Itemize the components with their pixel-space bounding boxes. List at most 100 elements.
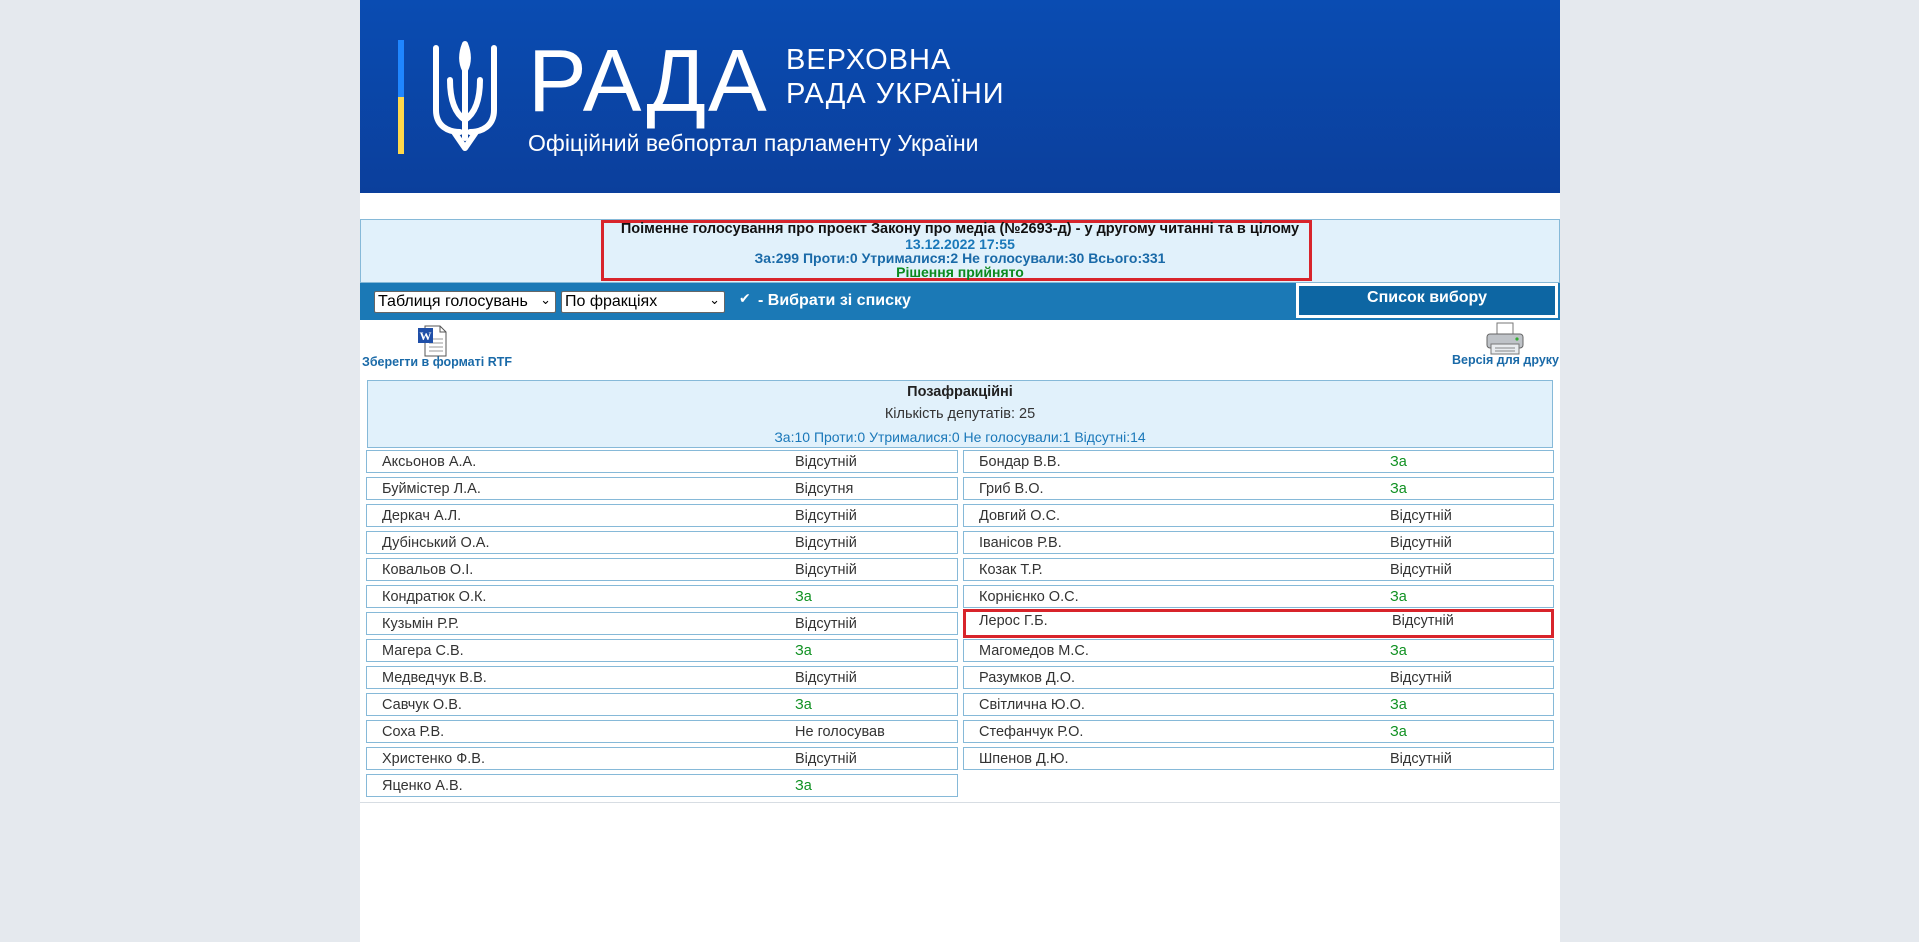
deputy-name: Козак Т.Р. [979,562,1043,578]
deputy-vote: Не голосував [795,724,885,740]
deputy-row: Козак Т.Р. Відсутній [963,558,1554,581]
deputy-name: Деркач А.Л. [382,508,462,524]
deputy-vote: Відсутній [795,616,857,632]
deputy-name: Магера С.В. [382,643,464,659]
deputy-vote: За [1390,643,1407,659]
deputy-name: Світлична Ю.О. [979,697,1085,713]
deputy-row: Ковальов О.І. Відсутній [366,558,958,581]
deputy-row: Медведчук В.В. Відсутній [366,666,958,689]
deputy-name: Разумков Д.О. [979,670,1076,686]
deputy-vote: Відсутній [1392,613,1454,629]
deputy-vote: Відсутній [1390,535,1452,551]
faction-deputy-count: Кількість депутатів: 25 [884,406,1036,422]
deputy-row: Стефанчук Р.О. За [963,720,1554,743]
deputy-row: Корнієнко О.С. За [963,585,1554,608]
chevron-down-icon: ⌄ [709,292,720,307]
save-rtf-link[interactable]: W Зберегти в форматі RTF [361,325,513,370]
toolbar: Таблиця голосувань ⌄ По фракціях ⌄ ✔ - В… [360,283,1560,320]
deputy-row: Кузьмін Р.Р. Відсутній [366,612,958,635]
deputy-name: Дубінський О.А. [382,535,490,551]
deputy-row: Разумков Д.О. Відсутній [963,666,1554,689]
choose-from-list-checkbox[interactable]: ✔ [739,291,753,305]
trident-logo-icon[interactable] [430,40,500,154]
deputy-vote: За [1390,481,1407,497]
deputy-vote: За [795,697,812,713]
deputy-name: Стефанчук Р.О. [979,724,1084,740]
deputy-vote: Відсутній [1390,751,1452,767]
group-select[interactable]: По фракціях ⌄ [561,291,725,313]
deputy-row: Деркач А.Л. Відсутній [366,504,958,527]
deputy-vote: Відсутній [1390,508,1452,524]
faction-header: Позафракційні Кількість депутатів: 25 За… [367,380,1553,448]
deputy-name: Корнієнко О.С. [979,589,1079,605]
deputy-row: Світлична Ю.О. За [963,693,1554,716]
vote-title: Поіменне голосування про проект Закону п… [620,221,1300,237]
deputy-vote: За [795,643,812,659]
deputy-vote: За [1390,697,1407,713]
deputy-row: Соха Р.В. Не голосував [366,720,958,743]
choose-from-list-label[interactable]: - Вибрати зі списку [758,292,911,310]
deputy-name: Аксьонов А.А. [382,454,477,470]
deputy-row: Гриб В.О. За [963,477,1554,500]
deputy-name: Медведчук В.В. [382,670,487,686]
logo-subtitle-line2: РАДА УКРАЇНИ [786,78,1005,110]
deputy-name: Гриб В.О. [979,481,1044,497]
deputy-name: Бондар В.В. [979,454,1061,470]
logo-subtitle-line1: ВЕРХОВНА [786,44,952,76]
deputy-vote: Відсутній [1390,562,1452,578]
deputy-name: Кузьмін Р.Р. [382,616,460,632]
deputy-name: Кондратюк О.К. [382,589,487,605]
vote-summary: Поіменне голосування про проект Закону п… [360,219,1560,283]
deputy-row: Аксьонов А.А. Відсутній [366,450,958,473]
deputy-row: Буймістер Л.А. Відсутня [366,477,958,500]
faction-name: Позафракційні [907,384,1013,400]
deputy-vote: Відсутній [795,751,857,767]
deputy-vote: Відсутній [795,670,857,686]
deputy-row: Дубінський О.А. Відсутній [366,531,958,554]
save-rtf-label[interactable]: Зберегти в форматі RTF [361,355,513,369]
view-select[interactable]: Таблиця голосувань ⌄ [374,291,556,313]
chevron-down-icon: ⌄ [540,292,551,307]
deputy-name: Христенко Ф.В. [382,751,485,767]
page: РАДА ВЕРХОВНА РАДА УКРАЇНИ Офіційний веб… [360,0,1560,942]
deputy-name: Буймістер Л.А. [382,481,481,497]
deputy-vote: Відсутній [795,454,857,470]
deputy-name: Савчук О.В. [382,697,462,713]
deputy-vote: За [1390,589,1407,605]
deputy-name: Магомедов М.С. [979,643,1089,659]
flag-stripe [398,40,404,154]
print-version-label[interactable]: Версія для друку [1452,353,1559,367]
deputy-name: Яценко А.В. [382,778,463,794]
deputy-row: Бондар В.В. За [963,450,1554,473]
svg-text:W: W [420,329,432,343]
deputy-name: Соха Р.В. [382,724,445,740]
deputy-vote: За [795,778,812,794]
logo-title[interactable]: РАДА [528,30,769,132]
deputy-row: Довгий О.С. Відсутній [963,504,1554,527]
deputy-vote: Відсутній [795,508,857,524]
deputy-vote: За [795,589,812,605]
deputy-name: Іванісов Р.В. [979,535,1062,551]
selection-list-button[interactable]: Список вибору [1296,283,1558,318]
deputy-row: Магомедов М.С. За [963,639,1554,662]
deputy-row: Магера С.В. За [366,639,958,662]
deputy-vote: Відсутній [795,535,857,551]
print-version-link[interactable]: Версія для друку [1447,322,1559,370]
printer-icon [1486,322,1524,355]
vote-decision: Рішення прийнято [896,264,1024,280]
deputy-row: Іванісов Р.В. Відсутній [963,531,1554,554]
faction-vote-stats: За:10 Проти:0 Утрималися:0 Не голосували… [774,429,1146,445]
deputy-row: Христенко Ф.В. Відсутній [366,747,958,770]
deputy-name: Ковальов О.І. [382,562,474,578]
deputy-vote: Відсутній [1390,670,1452,686]
group-select-value: По фракціях [565,293,658,310]
deputy-vote: Відсутній [795,562,857,578]
deputy-vote: За [1390,724,1407,740]
deputy-name: Довгий О.С. [979,508,1061,524]
word-document-icon: W [418,325,447,357]
view-select-value: Таблиця голосувань [378,293,528,310]
deputy-row: Яценко А.В. За [366,774,958,797]
deputy-name: Лерос Г.Б. [979,613,1048,629]
deputy-vote: Відсутня [795,481,854,497]
deputy-row-highlighted: Лерос Г.Б. Відсутній [963,609,1554,638]
